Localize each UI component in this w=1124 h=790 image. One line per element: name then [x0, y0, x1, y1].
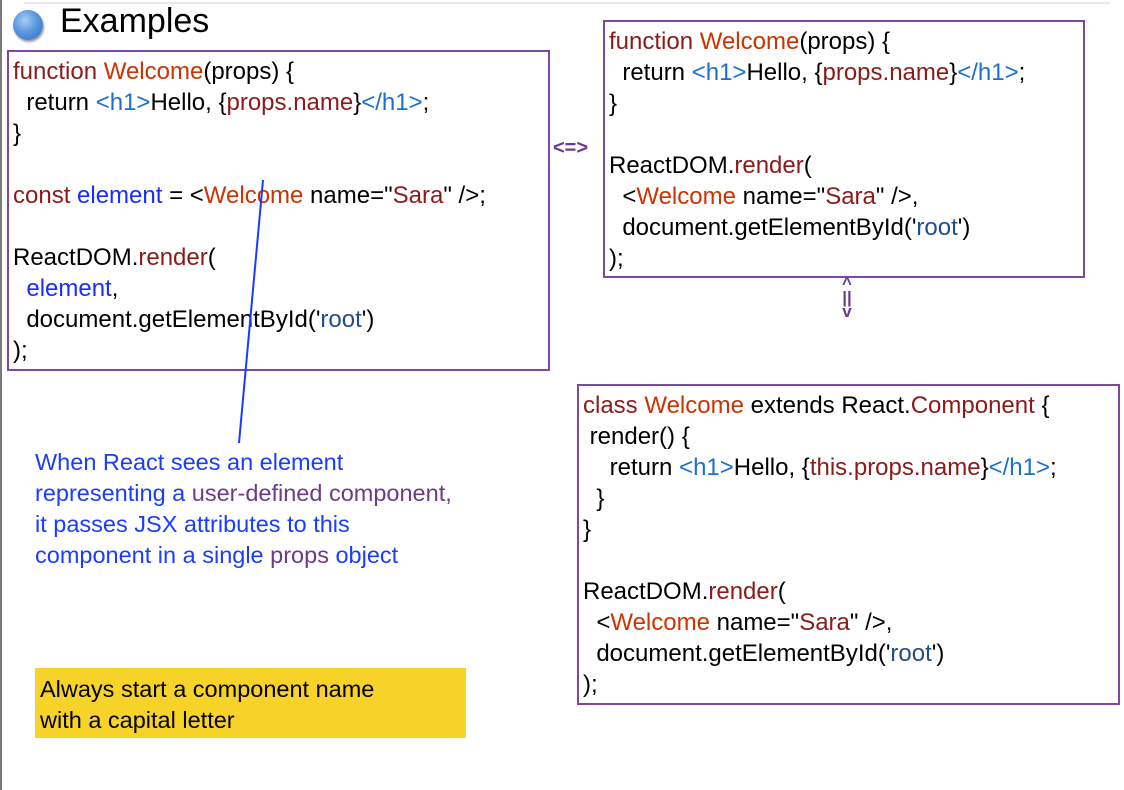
- note-text: object: [328, 542, 399, 568]
- tip-line: with a capital letter: [40, 707, 235, 733]
- explanation-note: When React sees an element representing …: [35, 447, 452, 571]
- tip-callout: Always start a component name with a cap…: [35, 668, 466, 738]
- note-line: representing a user-defined component,: [35, 478, 452, 509]
- note-emphasis: props: [270, 542, 329, 568]
- note-line: component in a single props object: [35, 540, 452, 571]
- tip-line: Always start a component name: [40, 676, 375, 702]
- note-line: it passes JSX attributes to this: [35, 511, 350, 537]
- note-line: When React sees an element: [35, 449, 344, 475]
- note-text: component in a single: [35, 542, 271, 568]
- note-text: representing a: [35, 480, 192, 506]
- note-emphasis: user-defined component,: [191, 480, 452, 506]
